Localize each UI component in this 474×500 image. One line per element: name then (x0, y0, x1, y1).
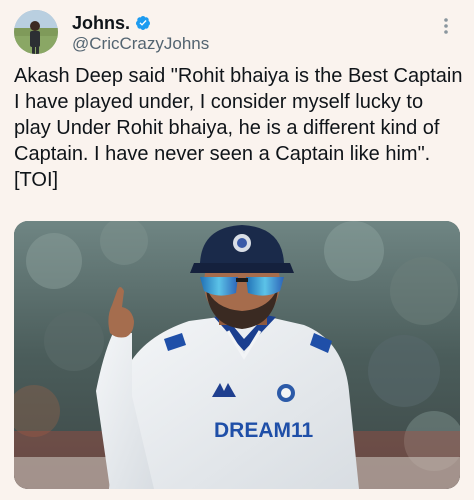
tweet-media-photo[interactable]: DREAM11 (14, 221, 460, 489)
player-photo: DREAM11 (14, 221, 460, 489)
verified-badge-icon (136, 16, 151, 30)
more-options-icon[interactable] (436, 14, 456, 38)
avatar[interactable] (14, 10, 58, 54)
jersey-sponsor-text: DREAM11 (214, 419, 314, 442)
tweet-header: Johns. @CricCrazyJohns (14, 10, 464, 56)
author-handle[interactable]: @CricCrazyJohns (72, 34, 209, 54)
avatar-image (14, 10, 58, 54)
author-name-row[interactable]: Johns. (72, 12, 151, 34)
display-name[interactable]: Johns. (72, 13, 130, 34)
tweet-post: Johns. @CricCrazyJohns Akash Deep said "… (0, 0, 474, 500)
tweet-text: Akash Deep said "Rohit bhaiya is the Bes… (14, 65, 469, 191)
